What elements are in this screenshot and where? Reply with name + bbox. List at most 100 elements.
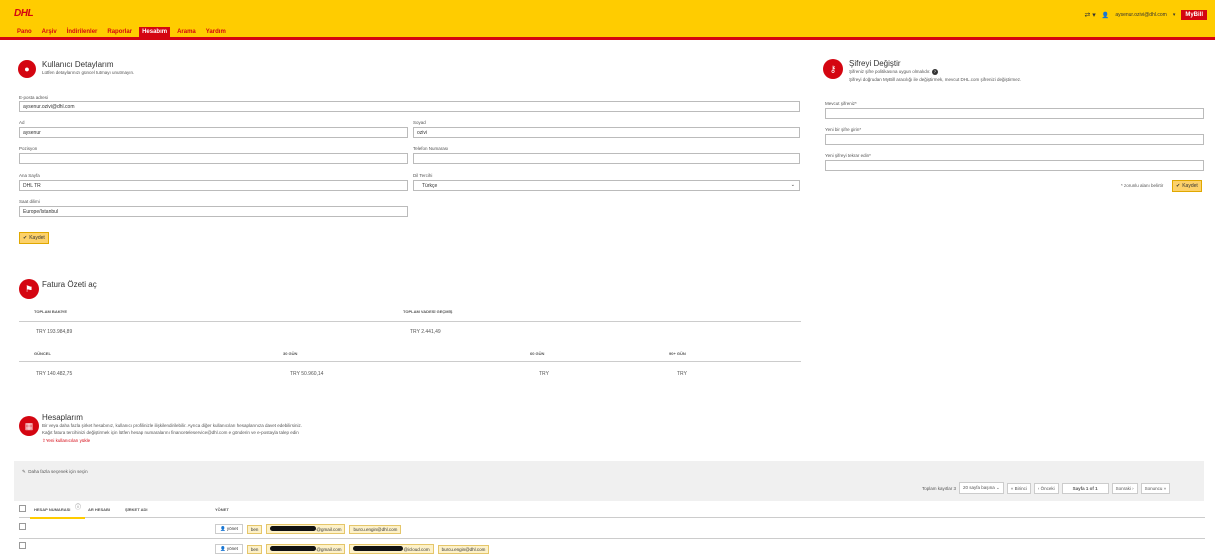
user-email-menu[interactable]: aysenur.ozivi@dhl.com — [1115, 12, 1167, 18]
row-checkbox[interactable] — [19, 523, 26, 530]
nav-indirilenler[interactable]: İndirilenler — [64, 27, 101, 37]
surname-field[interactable]: ozivi — [413, 127, 800, 138]
bulk-actions[interactable]: ✎ Daha fazla seçenek için seçin — [22, 469, 88, 475]
next-page-button[interactable]: Sonraki › — [1111, 482, 1138, 494]
30-days-value: TRY 50.960,14 — [290, 371, 324, 377]
timezone-field[interactable]: Europe/Istanbul — [19, 206, 408, 217]
90-days-header: 90+ GÜN — [669, 351, 686, 356]
phone-label: Telefon Numarası — [413, 146, 449, 151]
confirm-password-label: Yeni şifreyi tekrar edin* — [825, 153, 871, 158]
required-note: * zorunlu alanı belirtir — [1121, 183, 1164, 188]
user-tag: ben — [246, 544, 263, 554]
save-button[interactable]: ✔ Kaydet — [19, 232, 49, 244]
phone-field[interactable] — [413, 153, 800, 164]
user-icon: 👤 — [220, 546, 226, 551]
email-field[interactable]: aysenur.ozivi@dhl.com — [19, 101, 800, 112]
row-checkbox[interactable] — [19, 542, 26, 549]
col-manage: YÖNET — [215, 507, 229, 512]
password-subtitle-2: Şifreyi doğrudan MyBill aracılığı ile de… — [849, 77, 1022, 82]
bulk-actions-bar — [14, 461, 1204, 501]
main-nav: Pano Arşiv İndirilenler Raporlar Hesabım… — [14, 27, 229, 37]
user-tag: @icloud.com — [349, 544, 434, 554]
select-all-checkbox[interactable] — [19, 505, 26, 512]
user-tag: @gmail.com — [266, 524, 346, 534]
nav-yardim[interactable]: Yardım — [203, 27, 229, 37]
password-title: Şifreyi Değiştir — [849, 59, 901, 68]
language-icon[interactable]: ⇄ ▾ — [1085, 11, 1096, 19]
nav-raporlar[interactable]: Raporlar — [104, 27, 135, 37]
language-select[interactable]: Türkçe ⌄ — [413, 180, 800, 191]
help-icon[interactable]: ? — [931, 69, 938, 75]
total-balance-value: TRY 193.984,89 — [36, 329, 73, 335]
chevron-down-icon: ▾ — [1172, 12, 1176, 18]
building-icon: ▦ — [19, 416, 39, 436]
email-label: E-posta adresi — [19, 95, 49, 100]
60-days-header: 60 GÜN — [530, 351, 545, 356]
check-icon: ✔ — [23, 235, 28, 241]
user-tag: burcu.engin@dhl.com — [349, 524, 402, 534]
password-subtitle-1: Şifreniz şifre politikasına uygun olmalı… — [849, 69, 938, 75]
nav-pano[interactable]: Pano — [14, 27, 35, 37]
per-page-select[interactable]: 20 sayfa başına ⌄ — [959, 482, 1004, 494]
accounts-title: Hesaplarım — [42, 413, 83, 422]
tz-label: Saat dilimi — [19, 199, 40, 204]
page-indicator: Sayfa 1 of 1 — [1061, 482, 1109, 494]
new-password-label: Yeni bir şifre girin* — [825, 127, 862, 132]
name-field[interactable]: aysenur — [19, 127, 408, 138]
confirm-password-field[interactable] — [825, 160, 1204, 171]
user-icon: ● — [18, 60, 36, 78]
first-page-button[interactable]: « Birinci — [1006, 482, 1031, 494]
col-account-number[interactable]: HESAP NUMARASI — [34, 507, 70, 512]
home-select[interactable]: DHL TR — [19, 180, 408, 191]
lang-label: Dil Tercihi — [413, 173, 433, 178]
manage-button[interactable]: 👤 yönet — [215, 524, 243, 534]
user-details-subtitle: Lütfen detaylarınızı güncel tutmayı unut… — [42, 70, 135, 75]
60-days-value: TRY — [539, 371, 549, 377]
divider — [19, 361, 801, 362]
user-details-title: Kullanıcı Detaylarım — [42, 60, 114, 69]
info-icon[interactable]: ⓘ — [75, 502, 81, 511]
key-icon: ⚷ — [823, 59, 843, 79]
last-page-button[interactable]: Sonuncu » — [1140, 482, 1171, 494]
password-save-button[interactable]: ✔ Kaydet — [1172, 180, 1202, 192]
invoice-summary-title[interactable]: Fatura Özeti aç — [42, 280, 97, 289]
total-overdue-value: TRY 2.441,49 — [410, 329, 441, 335]
total-overdue-header: TOPLAM VADESİ GEÇMİŞ — [403, 309, 453, 314]
current-value: TRY 140.482,75 — [36, 371, 73, 377]
divider — [19, 538, 1205, 539]
language-value: Türkçe — [422, 183, 438, 189]
90-days-value: TRY — [677, 371, 687, 377]
pencil-icon: ✎ — [22, 469, 26, 474]
user-area: ⇄ ▾ 👤 aysenur.ozivi@dhl.com ▾ MyBill — [1085, 10, 1207, 20]
chevron-down-icon: ⌄ — [790, 182, 795, 188]
col-company-name[interactable]: ŞİRKET ADI — [125, 507, 148, 512]
accounts-desc-2: Kağıt fatura tercihinizi değiştirmek içi… — [42, 430, 299, 435]
manage-button[interactable]: 👤 yönet — [215, 544, 243, 554]
sort-indicator — [30, 517, 85, 519]
home-label: Ana Sayfa — [19, 173, 40, 178]
user-tag: ben — [246, 524, 263, 534]
surname-label: Soyad — [413, 120, 426, 125]
upload-users-link[interactable]: ⇪Yeni kullanıcıları yükle — [42, 438, 90, 444]
prev-page-button[interactable]: ‹ Önceki — [1033, 482, 1059, 494]
col-ar-account[interactable]: AR HESABI — [88, 507, 110, 512]
user-tag: @gmail.com — [266, 544, 346, 554]
nav-hesabim[interactable]: Hesabım — [139, 27, 171, 37]
current-password-field[interactable] — [825, 108, 1204, 119]
table-row: 👤 yönet ben @gmail.com burcu.engin@dhl.c… — [215, 524, 402, 534]
position-label: Pozisyon — [19, 146, 38, 151]
user-icon: 👤 — [1101, 12, 1110, 19]
nav-arama[interactable]: Arama — [174, 27, 199, 37]
new-password-field[interactable] — [825, 134, 1204, 145]
total-records: Toplam kayıtlar 3 — [922, 485, 957, 491]
user-icon: 👤 — [220, 526, 226, 531]
mybill-badge[interactable]: MyBill — [1181, 10, 1207, 20]
accounts-desc-1: Bir veya daha fazla şirket hesabınız, ku… — [42, 423, 303, 428]
nav-arsiv[interactable]: Arşiv — [39, 27, 60, 37]
pagination: Toplam kayıtlar 3 20 sayfa başına ⌄ « Bi… — [922, 482, 1171, 494]
dhl-logo[interactable]: DHL — [14, 9, 54, 19]
flag-icon: ⚑ — [19, 279, 39, 299]
position-field[interactable] — [19, 153, 408, 164]
table-row: 👤 yönet ben @gmail.com @icloud.com burcu… — [215, 544, 490, 554]
current-header: GÜNCEL — [34, 351, 51, 356]
